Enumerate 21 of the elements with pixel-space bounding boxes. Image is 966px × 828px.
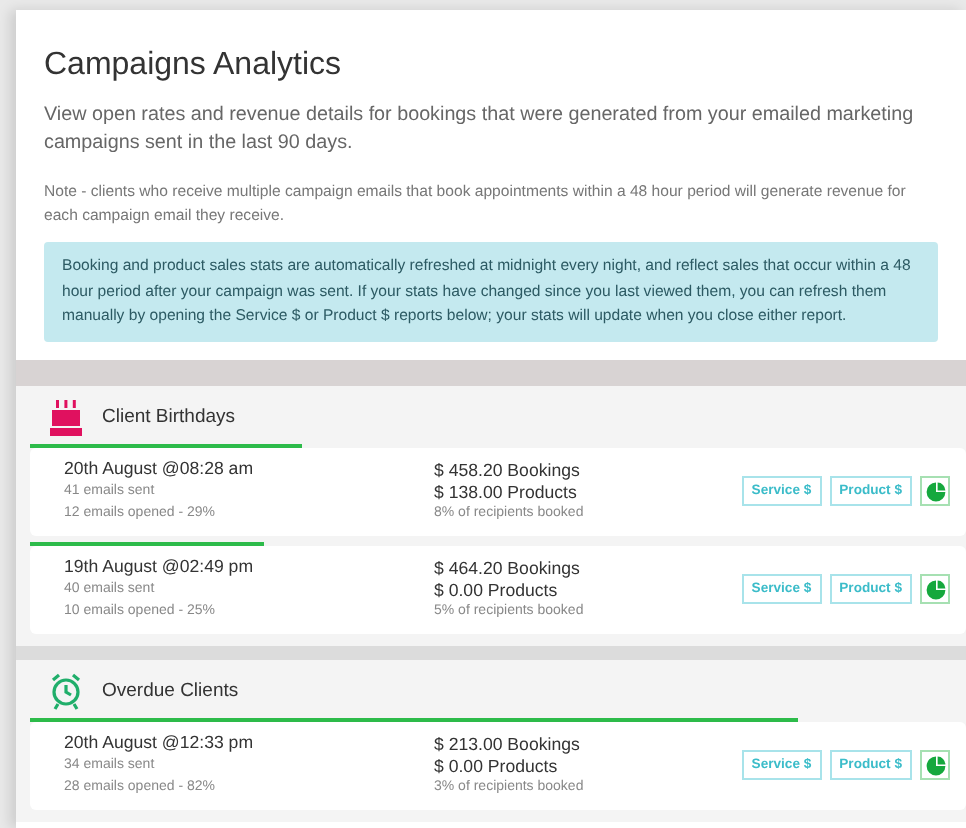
bookings-total: $ 464.20 Bookings [434, 557, 582, 579]
chart-button[interactable] [920, 574, 950, 604]
description: View open rates and revenue details for bookings that were generated from your emailed marketing campaigns sent in the last 90 days. [44, 102, 916, 158]
section-title: Overdue Clients [102, 680, 239, 702]
send-date: 20th August @08:28 am [64, 457, 256, 479]
pie-chart-icon [925, 579, 945, 599]
cake-icon [50, 397, 82, 437]
products-total: $ 0.00 Products [434, 755, 560, 777]
section-title: Client Birthdays [102, 406, 236, 428]
alarm-clock-icon [50, 671, 82, 711]
pie-chart-icon [925, 481, 945, 501]
page-title: Campaigns Analytics [44, 48, 344, 84]
send-date: 19th August @02:49 pm [64, 555, 256, 577]
send-date: 20th August @12:33 pm [64, 731, 256, 753]
products-total: $ 0.00 Products [434, 579, 560, 601]
chart-button[interactable] [920, 476, 950, 506]
bookings-total: $ 458.20 Bookings [434, 459, 582, 481]
chart-button[interactable] [920, 750, 950, 780]
bookings-total: $ 213.00 Bookings [434, 733, 582, 755]
pie-chart-icon [925, 755, 945, 775]
products-total: $ 138.00 Products [434, 481, 579, 503]
